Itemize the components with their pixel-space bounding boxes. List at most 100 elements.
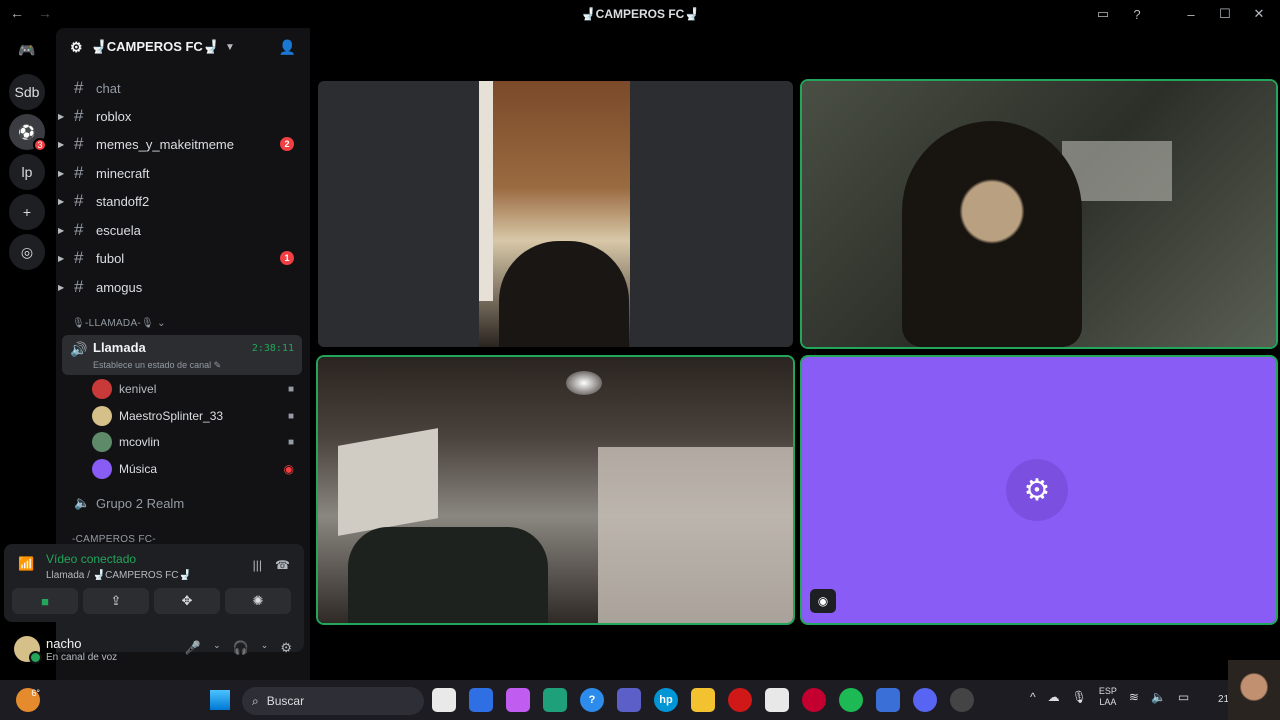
- signal-icon[interactable]: 📶: [18, 556, 34, 572]
- app-icon[interactable]: [469, 688, 493, 712]
- spotify-icon[interactable]: [839, 688, 863, 712]
- voice-member[interactable]: MaestroSplinter_33 ■: [92, 404, 302, 428]
- server-sdb[interactable]: Sdb: [9, 74, 45, 110]
- caret-icon: ▶: [58, 139, 65, 149]
- disconnect-icon[interactable]: ☎: [275, 558, 290, 572]
- screenshare-button[interactable]: ⇪: [83, 588, 149, 614]
- user-name[interactable]: nacho: [46, 636, 81, 651]
- channel-status-prompt[interactable]: Establece un estado de canal ✎: [93, 360, 221, 371]
- connection-status[interactable]: Vídeo conectado: [46, 552, 136, 566]
- inbox-icon[interactable]: ▭: [1094, 5, 1112, 23]
- wifi-icon[interactable]: ≋: [1129, 690, 1139, 704]
- soundboard-button[interactable]: ✺: [225, 588, 291, 614]
- activity-icon[interactable]: ◉: [810, 589, 836, 613]
- volume-icon[interactable]: 🔈: [1151, 690, 1166, 704]
- video-tile[interactable]: [318, 357, 793, 623]
- video-tile[interactable]: [318, 81, 793, 347]
- maximize-icon[interactable]: ☐: [1216, 5, 1234, 23]
- teams-icon[interactable]: [617, 688, 641, 712]
- camera-button[interactable]: ■: [12, 588, 78, 614]
- avatar[interactable]: [14, 636, 42, 664]
- security-icon[interactable]: [876, 688, 900, 712]
- speaker-icon: 🔈: [74, 495, 91, 510]
- soundboard-icon: ✺: [252, 593, 264, 608]
- app-icon[interactable]: [728, 688, 752, 712]
- store-icon[interactable]: [765, 688, 789, 712]
- opera-icon[interactable]: [802, 688, 826, 712]
- discord-icon[interactable]: [913, 688, 937, 712]
- guild-header[interactable]: ⚙ 🚽CAMPEROS FC🚽 ▼ 👤: [56, 28, 310, 66]
- task-view-icon[interactable]: [432, 688, 456, 712]
- mention-badge: 1: [280, 251, 294, 265]
- server-camperos[interactable]: ⚽ 3: [9, 114, 47, 152]
- help-icon[interactable]: ?: [1128, 5, 1146, 23]
- hash-icon: #: [74, 220, 84, 239]
- chevron-up-icon[interactable]: ^: [1030, 690, 1036, 704]
- edge-icon[interactable]: [543, 688, 567, 712]
- mention-badge: 2: [280, 137, 294, 151]
- channel-fubol[interactable]: ▶ # fubol 1: [58, 245, 302, 271]
- microphone-icon[interactable]: 🎤: [185, 640, 201, 656]
- voice-channel-grupo2[interactable]: 🔈 Grupo 2 Realm: [64, 490, 302, 516]
- caret-icon: ▶: [58, 253, 65, 263]
- hp-icon[interactable]: hp: [654, 688, 678, 712]
- voice-member[interactable]: mcovlin ■: [92, 430, 302, 454]
- user-controls: 🎤 ⌄ 🎧 ⌄ ⚙: [185, 640, 292, 656]
- hash-icon: #: [74, 163, 84, 182]
- avatar: [92, 406, 112, 426]
- channel-memes[interactable]: ▶ # memes_y_makeitmeme 2: [58, 131, 302, 157]
- invite-user-icon[interactable]: 👤: [279, 39, 296, 56]
- voice-category[interactable]: 🎙-LLAMADA-🎙 ⌄: [72, 318, 166, 329]
- channel-name: Grupo 2 Realm: [96, 495, 185, 511]
- channel-roblox[interactable]: ▶ # roblox: [58, 103, 302, 129]
- discover-icon[interactable]: ◎: [9, 234, 45, 270]
- activity-icon: ◉: [283, 462, 294, 476]
- hash-icon: #: [74, 134, 84, 153]
- search-icon: ⌕: [252, 693, 259, 708]
- headphones-icon[interactable]: 🎧: [233, 640, 249, 656]
- discord-home-icon[interactable]: 🎮: [9, 32, 45, 68]
- hash-icon: #: [74, 277, 84, 296]
- noise-suppression-icon[interactable]: |||: [253, 558, 262, 572]
- file-explorer-icon[interactable]: [691, 688, 715, 712]
- voice-member[interactable]: kenivel ■: [92, 377, 302, 401]
- weather-temp: 6°: [31, 688, 40, 698]
- connection-location[interactable]: Llamada / 🚽CAMPEROS FC🚽: [46, 570, 191, 581]
- weather-widget[interactable]: 6°: [16, 688, 40, 712]
- channel-standoff2[interactable]: ▶ # standoff2: [58, 188, 302, 214]
- add-server-icon[interactable]: +: [9, 194, 45, 230]
- microphone-icon[interactable]: 🎙: [1072, 690, 1087, 704]
- copilot-icon[interactable]: [506, 688, 530, 712]
- channel-escuela[interactable]: ▶ # escuela: [58, 217, 302, 243]
- voice-member[interactable]: Música ◉: [92, 457, 302, 481]
- hash-icon: #: [74, 106, 84, 125]
- guild-name: 🚽CAMPEROS FC🚽: [90, 39, 219, 54]
- windows-start-icon[interactable]: [210, 690, 230, 710]
- language-indicator[interactable]: ESP LAA: [1099, 686, 1117, 708]
- server-lp[interactable]: lp: [9, 154, 45, 190]
- screenshare-icon: ⇪: [110, 593, 122, 608]
- category-label: 🎙-LLAMADA-🎙: [72, 318, 155, 329]
- hash-icon: #: [74, 191, 84, 210]
- settings-gear-icon[interactable]: ⚙: [280, 640, 292, 656]
- channel-minecraft[interactable]: ▶ # minecraft: [58, 160, 302, 186]
- camera-feed: [566, 371, 602, 395]
- channel-chat[interactable]: # chat: [64, 75, 302, 101]
- taskbar-search[interactable]: ⌕ Buscar: [242, 687, 424, 715]
- channel-amogus[interactable]: ▶ # amogus: [58, 274, 302, 300]
- battery-icon[interactable]: ▭: [1178, 690, 1189, 704]
- system-tray: ^ ☁ 🎙 ESP LAA ≋ 🔈 ▭: [1030, 686, 1189, 708]
- voice-channel-llamada[interactable]: 🔊 Llamada 2:38:11 Establece un estado de…: [62, 335, 302, 375]
- bot-tile[interactable]: ⚙ ◉: [802, 357, 1276, 623]
- video-tile[interactable]: [802, 81, 1276, 347]
- chevron-down-icon[interactable]: ⌄: [213, 640, 221, 656]
- cloud-icon[interactable]: ☁: [1048, 690, 1060, 704]
- server-badge: 3: [33, 138, 47, 152]
- activities-button[interactable]: ✥: [154, 588, 220, 614]
- avatar: [92, 459, 112, 479]
- close-icon[interactable]: ✕: [1250, 5, 1268, 23]
- help-icon[interactable]: ?: [580, 688, 604, 712]
- app-icon[interactable]: [950, 688, 974, 712]
- chevron-down-icon[interactable]: ⌄: [261, 640, 269, 656]
- minimize-icon[interactable]: –: [1182, 5, 1200, 23]
